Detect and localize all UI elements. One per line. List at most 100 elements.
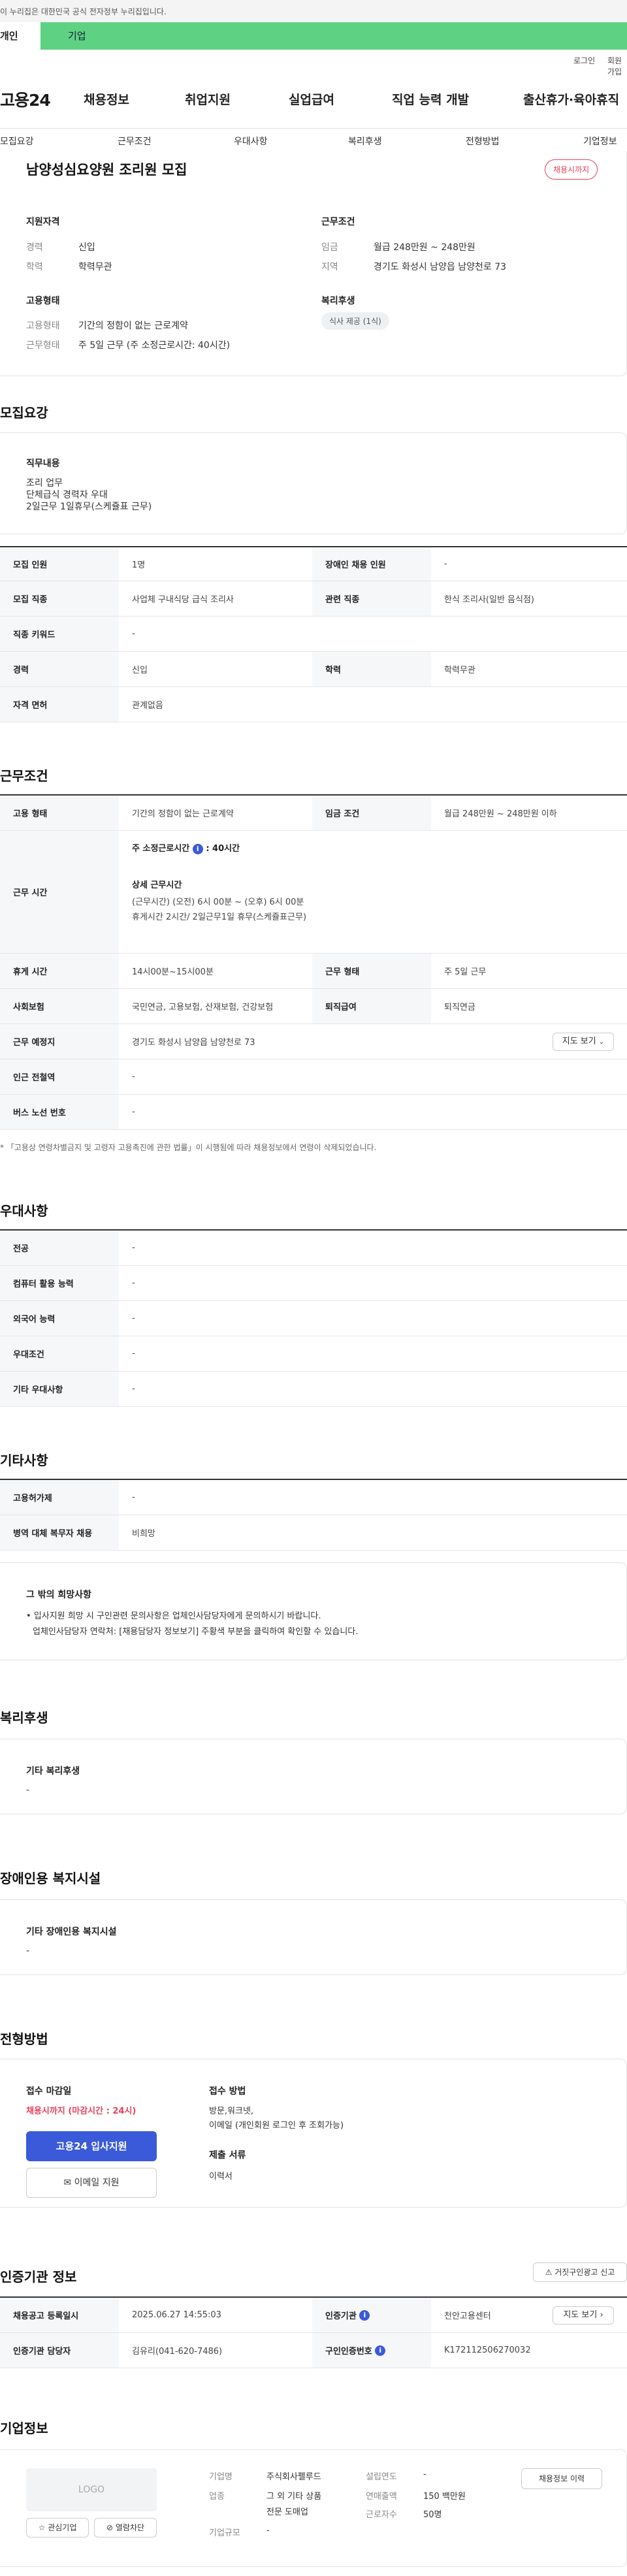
favorite-label: 관심기업	[48, 2523, 77, 2532]
docs-value: 이력서	[209, 2172, 233, 2182]
email-apply-button[interactable]: ✉ 이메일 지원	[26, 2168, 157, 2198]
gnb-item-unemployment-benefit[interactable]: 실업급여	[289, 90, 334, 108]
station-label: 인근 전철역	[0, 1059, 119, 1094]
duty-line: 조리 업무	[26, 478, 63, 489]
permit-value: -	[132, 1492, 135, 1502]
break-value: 14시00분~15시00분	[132, 967, 214, 977]
section-title-welfare: 복리후생	[0, 1710, 48, 1726]
block-icon: ⊘	[106, 2523, 114, 2532]
subnav-company[interactable]: 기업정보	[583, 135, 617, 148]
bus-label: 버스 노선 번호	[0, 1095, 119, 1129]
table-row: 경력 신입 학력 학력무관	[0, 652, 627, 687]
section-title-process: 전형방법	[0, 2031, 48, 2047]
cert-map-button[interactable]: 지도 보기 ›	[553, 2306, 614, 2325]
favorite-button[interactable]: ☆ 관심기업	[26, 2518, 89, 2537]
table-row: 근무 예정지 경기도 화성시 남양읍 남양천로 73 지도 보기 ⌄	[0, 1024, 627, 1059]
military-label: 병역 대체 복무자 채용	[0, 1515, 119, 1550]
hours-label: 근무 시간	[0, 831, 119, 953]
disability-etc-value: -	[26, 1946, 30, 1956]
info-icon[interactable]: i	[359, 2310, 370, 2321]
docs-title: 제출 서류	[209, 2150, 246, 2161]
info-icon[interactable]: i	[192, 843, 203, 854]
keyword-value: -	[132, 629, 135, 639]
computer-label: 컴퓨터 활용 능력	[0, 1266, 119, 1300]
wage-row-value: 월급 248만원 ~ 248만원 이하	[444, 809, 557, 819]
related-label: 관련 직종	[312, 581, 431, 616]
org-label: 인증기관 i	[312, 2298, 431, 2332]
regno-label: 구인인증번호 i	[312, 2333, 431, 2368]
summary-card: 남양성심요양원 조리원 모집 채용시까지 지원자격 경력 신입 학력 학력무관 …	[0, 152, 627, 376]
process-card: 접수 마감일 채용시까지 (마감시간 : 24시) 고용24 입사지원 ✉ 이메…	[0, 2059, 627, 2208]
section-title-company: 기업정보	[0, 2421, 48, 2436]
info-icon[interactable]: i	[375, 2345, 386, 2356]
apply-button[interactable]: 고용24 입사지원	[26, 2131, 157, 2161]
hope-card: 그 밖의 희망사항 • 입사지원 희망 시 구인관련 문의사항은 업체인사담당자…	[0, 1562, 627, 1660]
gnb-item-jobs[interactable]: 채용정보	[84, 90, 129, 108]
subnav-process[interactable]: 전형방법	[466, 135, 500, 148]
headcount-label: 모집 인원	[0, 547, 119, 581]
signup-link[interactable]: 회원가입	[607, 55, 627, 77]
reg-label: 채용공고 등록일시	[0, 2298, 119, 2332]
manager-value: 김유리(041-620-7486)	[132, 2347, 223, 2357]
table-row: 모집 직종 사업체 구내식당 급식 조리사 관련 직종 한식 조리사(일반 음식…	[0, 581, 627, 617]
table-row: 모집 인원 1명 장애인 채용 인원 -	[0, 547, 627, 581]
wage-value: 월급 248만원 ~ 248만원	[374, 242, 475, 253]
sales-value: 150 백만원	[423, 2492, 466, 2502]
job-label: 모집 직종	[0, 581, 119, 616]
sales-label: 연매출액	[366, 2492, 397, 2502]
etc-pref-label: 기타 우대사항	[0, 1372, 119, 1406]
career-row-value: 신입	[132, 666, 148, 675]
edu-row-label: 학력	[312, 652, 431, 686]
block-button[interactable]: ⊘ 열람차단	[94, 2518, 157, 2537]
staff-value: 50명	[423, 2510, 442, 2520]
hours-main: 주 소정근로시간 i : 40시간	[132, 841, 240, 854]
hours-detail-line: 휴게시간 2시간/ 2일근무1일 휴무(스케쥴표근무)	[132, 912, 307, 922]
emptype-row-value: 기간의 정함이 없는 근로계약	[132, 809, 234, 819]
method-title: 접수 방법	[209, 2086, 246, 2097]
gov-notice-bar: 이 누리집은 대한민국 공식 전자정부 누리집입니다.	[0, 0, 627, 22]
company-name-label: 기업명	[209, 2472, 233, 2482]
table-row: 기타 우대사항 -	[0, 1372, 627, 1407]
license-value: 관계없음	[132, 701, 163, 711]
subnav-conditions[interactable]: 근무조건	[118, 135, 152, 148]
duty-title: 직무내용	[26, 459, 60, 469]
emp-title: 고용형태	[26, 296, 60, 306]
edu-row-value: 학력무관	[444, 666, 475, 675]
welfare-etc-value: -	[26, 1785, 30, 1795]
table-row: 사회보험 국민연금, 고용보험, 산재보험, 건강보험 퇴직급여 퇴직연금	[0, 989, 627, 1024]
emptype-row-label: 고용 형태	[0, 796, 119, 830]
login-link[interactable]: 로그인	[573, 55, 595, 66]
year-value: -	[423, 2470, 426, 2479]
wage-label: 임금	[321, 242, 338, 253]
keyword-label: 직종 키워드	[0, 617, 119, 651]
report-button[interactable]: ⚠ 거짓구인광고 신고	[533, 2262, 627, 2282]
manager-label: 인증기관 담당자	[0, 2333, 119, 2368]
block-label: 열람차단	[115, 2523, 145, 2532]
table-row: 고용허가제 -	[0, 1480, 627, 1515]
history-button[interactable]: 채용정보 이력	[521, 2468, 602, 2489]
hours-detail-line: (근무시간) (오전) 6시 00분 ~ (오후) 6시 00분	[132, 897, 304, 907]
gnb-item-parental-leave[interactable]: 출산휴가·육아휴직	[523, 90, 619, 108]
table-row: 외국어 능력 -	[0, 1301, 627, 1336]
chevron-down-icon: ⌄	[598, 1038, 605, 1046]
subnav-recruit[interactable]: 모집요강	[0, 135, 34, 148]
gnb-item-employment-support[interactable]: 취업지원	[185, 90, 231, 108]
table-row: 인근 전철역 -	[0, 1059, 627, 1095]
worktype-row-value: 주 5일 근무	[444, 967, 487, 977]
star-icon: ☆	[38, 2523, 46, 2532]
site-logo[interactable]: 고용24	[0, 88, 51, 111]
table-row: 채용공고 등록일시 2025.06.27 14:55:03 인증기관 i 천안고…	[0, 2298, 627, 2333]
subnav-preference[interactable]: 우대사항	[234, 135, 268, 148]
table-row: 병역 대체 복무자 채용 비희망	[0, 1515, 627, 1551]
qual-title: 지원자격	[26, 217, 60, 227]
station-value: -	[132, 1072, 135, 1082]
regno-value: K172112506270032	[444, 2345, 531, 2355]
subnav-welfare[interactable]: 복리후생	[348, 135, 382, 148]
lang-label: 외국어 능력	[0, 1301, 119, 1336]
map-button[interactable]: 지도 보기 ⌄	[553, 1033, 614, 1051]
gnb-item-vocational-training[interactable]: 직업 능력 개발	[392, 90, 469, 108]
tab-company[interactable]: 기업	[40, 22, 627, 50]
tab-personal[interactable]: 개인	[0, 22, 40, 50]
worktype-label: 근무형태	[26, 340, 60, 351]
major-label: 전공	[0, 1231, 119, 1265]
